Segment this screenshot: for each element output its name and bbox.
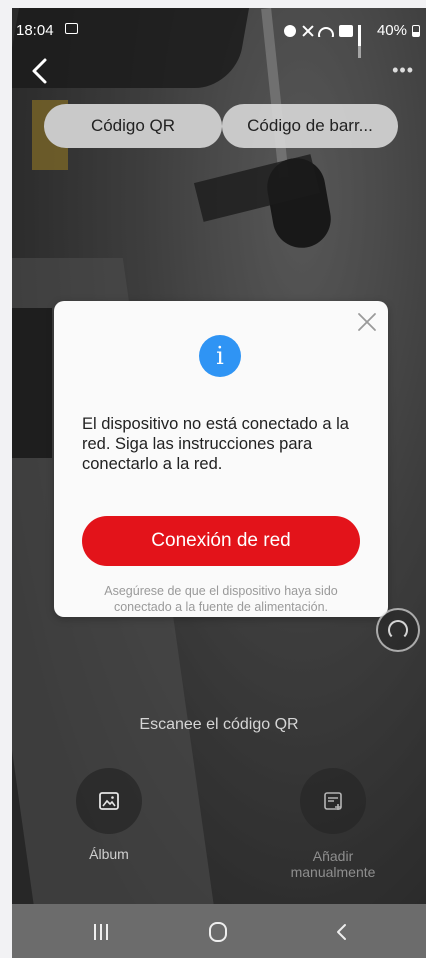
dialog-message: El dispositivo no está conectado a la re… [82,415,349,473]
image-icon [99,792,119,810]
wifi-icon [317,25,334,37]
tab-barcode[interactable]: Código de barr... [222,104,398,148]
recents-icon[interactable] [94,924,110,940]
alarm-icon [283,24,296,37]
status-time: 18:04 [16,22,54,39]
network-connection-button[interactable]: Conexión de red [82,516,360,566]
info-icon: i [199,335,241,377]
system-nav-bar [12,904,426,958]
power-note: Asegúrese de que el dispositivo haya sid… [104,584,338,614]
battery-percent: 40% [376,22,407,39]
volte-icon [338,24,353,37]
network-dialog: i El dispositivo no está conectado a la … [54,301,388,617]
screen: 18:04 40% ••• Código QR Código de barr..… [12,8,426,958]
close-icon[interactable] [356,311,378,333]
add-card-icon [324,792,342,810]
album-label: Álbum [89,846,129,862]
signal-icon [357,24,372,58]
device-frame: 18:04 40% ••• Código QR Código de barr..… [0,0,426,958]
add-manually-button[interactable] [300,768,366,834]
home-icon[interactable] [209,922,227,942]
more-icon[interactable]: ••• [392,60,414,81]
scan-hint: Escanee el código QR [139,716,299,733]
mute-icon [301,25,313,37]
headset-icon[interactable] [376,608,420,652]
tab-qr-code[interactable]: Código QR [44,104,222,148]
nav-back-icon[interactable] [332,922,352,942]
status-icons: 40% [283,22,420,58]
back-arrow-icon[interactable] [26,56,56,86]
album-button[interactable] [76,768,142,834]
status-bar: 18:04 40% [12,8,426,58]
scan-mode-tabs: Código QR Código de barr... [44,104,398,148]
add-manually-label: Añadir manualmente [290,848,376,880]
media-icon [65,23,78,34]
battery-icon [412,24,420,37]
